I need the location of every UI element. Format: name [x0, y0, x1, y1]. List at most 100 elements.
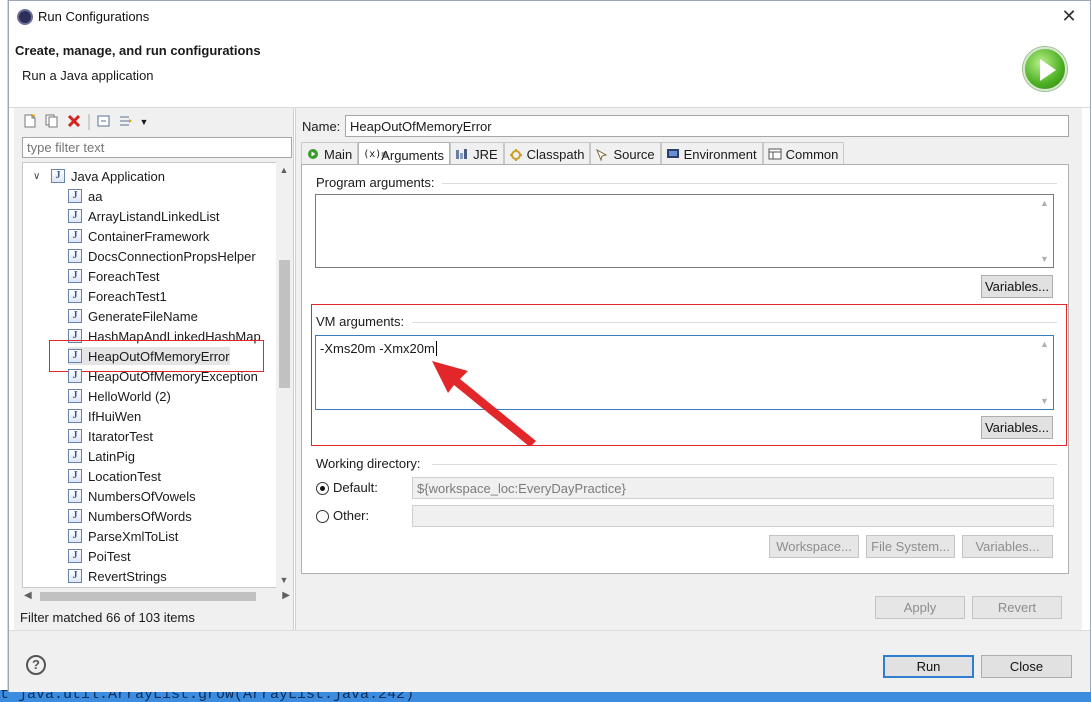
default-radio[interactable] [316, 482, 329, 495]
tree-item[interactable]: J PoiTest [68, 547, 131, 565]
tree-item[interactable]: J GenerateFileName [68, 307, 198, 325]
scroll-left-arrow-icon[interactable]: ◀ [24, 588, 32, 604]
java-application-icon: J [68, 469, 82, 483]
tab-jre[interactable]: JRE [450, 142, 504, 164]
main-tab-icon [306, 148, 320, 162]
help-icon[interactable]: ? [26, 655, 46, 675]
vm-variables-button[interactable]: Variables... [981, 416, 1053, 439]
tab-source-label: Source [613, 147, 655, 162]
tree-item[interactable]: J IfHuiWen [68, 407, 141, 425]
tree-item[interactable]: J ForeachTest [68, 267, 160, 285]
config-tabs: Main (x)= Arguments JRE Classpath Source… [301, 142, 845, 165]
program-arguments-scrollbar[interactable]: ▲ ▼ [1037, 195, 1053, 267]
java-application-icon: J [68, 269, 82, 283]
tree-horizontal-scrollbar[interactable]: ◀ ▶ [22, 588, 290, 604]
tree-item-label: ParseXmlToList [88, 528, 179, 544]
scroll-down-arrow-icon[interactable]: ▼ [276, 572, 292, 588]
workspace-button[interactable]: Workspace... [769, 535, 859, 558]
tree-root-java-application[interactable]: ∨ J Java Application [33, 167, 165, 185]
apply-button[interactable]: Apply [875, 596, 965, 619]
window-title: Run Configurations [38, 9, 150, 24]
close-window-button[interactable]: ✕ [1058, 5, 1080, 27]
java-application-icon: J [68, 509, 82, 523]
group-rule [442, 183, 1057, 184]
source-tab-icon [595, 148, 609, 162]
other-directory-field[interactable] [412, 505, 1054, 527]
scroll-up-arrow-icon[interactable]: ▲ [1040, 198, 1049, 208]
tab-common[interactable]: Common [762, 142, 845, 164]
tree-item-label: NumbersOfVowels [88, 488, 196, 504]
tab-arguments[interactable]: (x)= Arguments [358, 142, 451, 165]
tab-main[interactable]: Main [301, 142, 359, 164]
new-config-icon[interactable] [22, 113, 38, 130]
tree-item[interactable]: J ParseXmlToList [68, 527, 178, 545]
name-label: Name: [302, 119, 341, 134]
scroll-thumb[interactable] [279, 260, 290, 388]
file-system-button[interactable]: File System... [866, 535, 955, 558]
tree-item[interactable]: Jaa [68, 187, 102, 205]
scroll-up-arrow-icon[interactable]: ▲ [276, 162, 292, 178]
annotation-arrow-icon [432, 361, 536, 445]
tree-item[interactable]: J ItaratorTest [68, 427, 153, 445]
run-button[interactable]: Run [883, 655, 974, 678]
delete-config-icon[interactable] [66, 114, 82, 130]
text-cursor [435, 341, 437, 356]
java-application-icon: J [51, 169, 65, 183]
collapse-all-icon[interactable] [96, 114, 112, 130]
tree-item-label: GenerateFileName [88, 308, 198, 324]
program-variables-button[interactable]: Variables... [981, 275, 1053, 298]
revert-button[interactable]: Revert [972, 596, 1062, 619]
vm-arguments-value: -Xms20m -Xmx20m [320, 341, 435, 356]
configuration-tree: ∨ J Java Application Jaa J ArrayListandLin… [22, 162, 286, 588]
tree-item[interactable]: J ForeachTest1 [68, 287, 167, 305]
java-application-icon: J [68, 529, 82, 543]
environment-tab-icon [666, 148, 680, 162]
java-application-icon: J [68, 249, 82, 263]
filter-input[interactable] [22, 137, 292, 158]
program-arguments-textarea[interactable]: ▲ ▼ [315, 194, 1054, 268]
java-application-icon: J [68, 429, 82, 443]
tree-item[interactable]: J RevertStrings [68, 567, 167, 585]
tree-item[interactable]: J DocsConnectionPropsHelper [68, 247, 256, 265]
other-radio[interactable] [316, 510, 329, 523]
tab-source[interactable]: Source [590, 142, 661, 164]
filter-config-icon[interactable] [118, 114, 134, 130]
tab-environment[interactable]: Environment [660, 142, 763, 164]
default-label: Default: [333, 480, 378, 495]
vm-arguments-scrollbar[interactable]: ▲ ▼ [1037, 336, 1053, 409]
expand-chevron-icon[interactable]: ∨ [33, 171, 43, 182]
name-field[interactable]: HeapOutOfMemoryError [345, 115, 1069, 137]
tree-root-label: Java Application [71, 168, 165, 184]
tab-jre-label: JRE [473, 147, 498, 162]
tree-item[interactable]: J LocationTest [68, 467, 161, 485]
java-application-icon: J [68, 489, 82, 503]
tree-item[interactable]: J NumbersOfVowels [68, 487, 196, 505]
hscroll-thumb[interactable] [40, 592, 256, 601]
tree-item-label: ForeachTest [88, 268, 160, 284]
working-dir-variables-button[interactable]: Variables... [962, 535, 1053, 558]
tree-vertical-scrollbar[interactable]: ▲ ▼ [276, 162, 292, 588]
java-application-icon: J [68, 389, 82, 403]
scroll-right-arrow-icon[interactable]: ▶ [282, 588, 290, 604]
tree-item[interactable]: J HeapOutOfMemoryException [68, 367, 258, 385]
scroll-up-arrow-icon[interactable]: ▲ [1040, 339, 1049, 349]
close-button[interactable]: Close [981, 655, 1072, 678]
view-menu-chevron-icon[interactable]: ▼ [136, 114, 152, 130]
scroll-down-arrow-icon[interactable]: ▼ [1040, 396, 1049, 406]
tree-item[interactable]: J ArrayListandLinkedList [68, 207, 220, 225]
tree-item[interactable]: J ContainerFramework [68, 227, 209, 245]
java-application-icon: J [68, 229, 82, 243]
tree-item[interactable]: J HelloWorld (2) [68, 387, 171, 405]
duplicate-config-icon[interactable] [44, 114, 60, 130]
scroll-down-arrow-icon[interactable]: ▼ [1040, 254, 1049, 264]
header-title: Create, manage, and run configurations [15, 43, 261, 58]
tree-item-label: ContainerFramework [88, 228, 210, 244]
header-subtitle: Run a Java application [22, 68, 154, 83]
tree-item[interactable]: J NumbersOfWords [68, 507, 192, 525]
group-rule [412, 322, 1057, 323]
tree-item-label: aa [88, 188, 103, 204]
tree-item[interactable]: J LatinPig [68, 447, 135, 465]
java-application-icon: J [68, 309, 82, 323]
tab-classpath[interactable]: Classpath [503, 142, 591, 164]
tree-item-label: IfHuiWen [88, 408, 142, 424]
